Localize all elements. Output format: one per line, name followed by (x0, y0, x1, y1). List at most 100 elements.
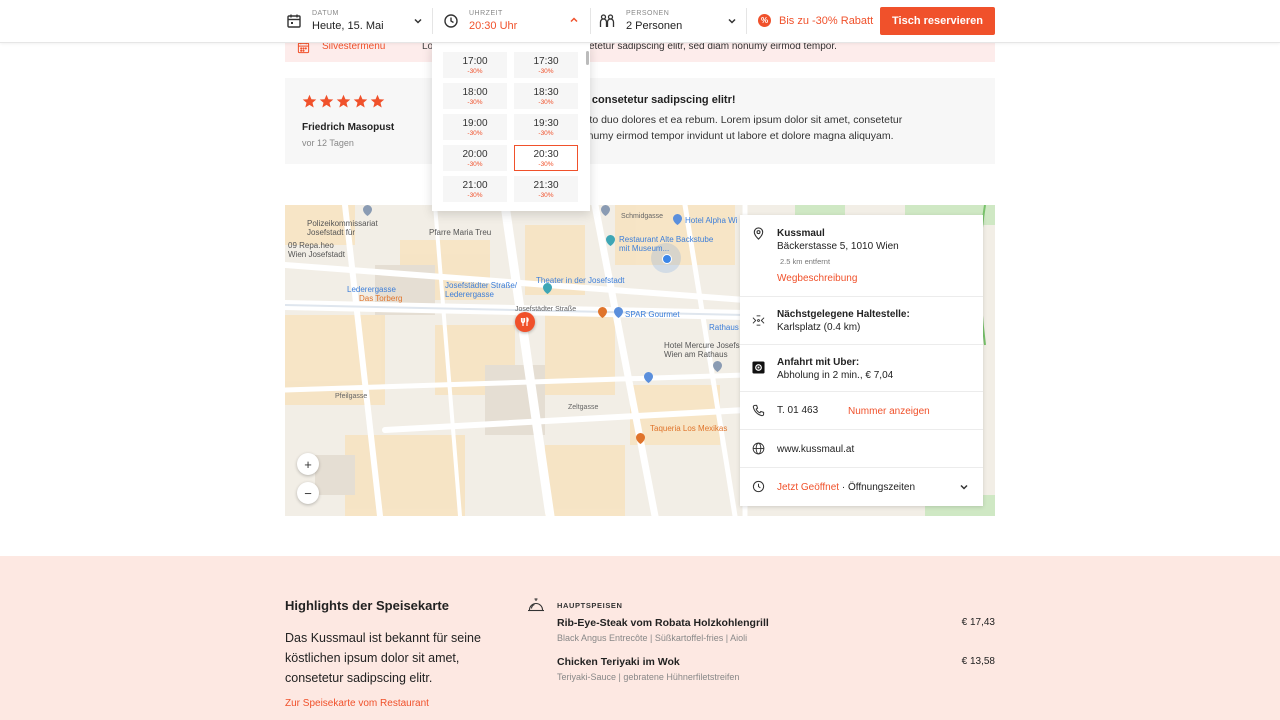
dish-description: Teriyaki-Sauce | gebratene Hühnerfiletst… (557, 672, 740, 682)
restaurant-pin-icon[interactable] (515, 312, 535, 332)
time-slot-time: 20:00 (462, 148, 488, 160)
menu-description: Das Kussmaul ist bekannt für seine köstl… (285, 631, 481, 685)
time-selector[interactable]: UHRZEIT 20:30 Uhr (433, 0, 590, 42)
directions-link[interactable]: Wegbeschreibung (777, 273, 857, 284)
transit-row: Nächstgelegene Haltestelle: Karlsplatz (… (740, 297, 983, 345)
star-icon (319, 94, 334, 108)
menu-section-title: Highlights der Speisekarte (285, 598, 449, 613)
star-icon (370, 94, 385, 108)
chevron-down-icon (960, 484, 968, 490)
discount-text: Bis zu -30% Rabatt (779, 15, 874, 27)
map-label: Hotel Alpha Wi (685, 216, 738, 225)
time-slot-discount: -30% (538, 67, 554, 75)
uber-title: Anfahrt mit Uber: (777, 357, 860, 368)
website-link[interactable]: www.kussmaul.at (777, 444, 854, 455)
time-slot[interactable]: 20:30 -30% (514, 145, 578, 171)
website-row: www.kussmaul.at (740, 430, 983, 468)
star-rating (302, 94, 385, 109)
poi-pin-icon (713, 361, 722, 372)
street-label: Pfeilgasse (335, 393, 368, 400)
street-label: Schmidgasse (621, 213, 664, 220)
time-slot[interactable]: 20:00 -30% (443, 145, 507, 171)
persons-icon (599, 14, 615, 27)
time-value: 20:30 Uhr (469, 20, 518, 32)
time-slot[interactable]: 18:30 -30% (514, 83, 578, 109)
discount-percent-icon: % (758, 14, 771, 27)
time-slot-time: 20:30 (533, 148, 559, 160)
phone-icon (752, 404, 765, 417)
date-value: Heute, 15. Mai (312, 20, 384, 32)
menu-dish: Chicken Teriyaki im Wok Teriyaki-Sauce | … (557, 656, 995, 686)
dish-name: Rib-Eye-Steak vom Robata Holzkohlengrill (557, 617, 769, 629)
time-slot-time: 18:00 (462, 86, 488, 98)
dish-description: Black Angus Entrecôte | Süßkartoffel-fri… (557, 633, 748, 643)
time-slot[interactable]: 21:00 -30% (443, 176, 507, 202)
current-location-dot (651, 243, 681, 273)
reservation-bar: DATUM Heute, 15. Mai UHRZEIT 20:30 Uhr P… (0, 0, 1280, 43)
calendar-icon (287, 14, 301, 28)
time-slot-time: 19:00 (462, 117, 488, 129)
review-title: et, consetetur sadipscing elitr! (576, 94, 736, 106)
dropdown-scrollbar[interactable] (586, 51, 589, 65)
chevron-down-icon (728, 18, 736, 24)
show-number-link[interactable]: Nummer anzeigen (848, 406, 930, 417)
dish-price: € 13,58 (961, 656, 995, 667)
map-label: Wien Josefstadt (288, 250, 345, 259)
poi-pin-icon (644, 372, 653, 383)
map-label: Das Torberg (359, 294, 403, 303)
reserve-table-button[interactable]: Tisch reservieren (880, 7, 995, 35)
time-slot[interactable]: 21:30 -30% (514, 176, 578, 202)
clock-icon (444, 14, 458, 28)
star-icon (302, 94, 317, 108)
poi-pin-icon (673, 214, 682, 225)
poi-pin-icon (598, 307, 607, 318)
map-label: Wien am Rathaus (664, 350, 728, 359)
time-slot-discount: -30% (538, 191, 554, 199)
star-icon (336, 94, 351, 108)
globe-icon (752, 442, 765, 455)
time-slot[interactable]: 17:00 -30% (443, 52, 507, 78)
time-slot-discount: -30% (538, 160, 554, 168)
poi-pin-icon (636, 433, 645, 444)
poi-pin-icon (606, 235, 615, 246)
time-slot-grid: 17:00 -30% 17:30 -30% 18:00 -30% 18:30 -30% 19:0… (443, 52, 578, 202)
map-label: Rathaus (709, 323, 739, 332)
transit-value: Karlsplatz (0.4 km) (777, 322, 861, 333)
persons-selector[interactable]: PERSONEN 2 Personen (591, 0, 746, 42)
time-slot-time: 19:30 (533, 117, 559, 129)
persons-value: 2 Personen (626, 20, 683, 32)
uber-row[interactable]: Anfahrt mit Uber: Abholung in 2 min., € … (740, 345, 983, 392)
star-icon (353, 94, 368, 108)
restaurant-address: Bäckerstasse 5, 1010 Wien (777, 241, 899, 252)
date-selector[interactable]: DATUM Heute, 15. Mai (285, 0, 430, 42)
map-label: Polizeikommissariat (307, 219, 378, 228)
clock-icon (752, 480, 765, 493)
date-label: DATUM (312, 10, 339, 17)
map-label: Hotel Mercure Josefshof (664, 341, 751, 350)
time-picker-dropdown: 17:00 -30% 17:30 -30% 18:00 -30% 18:30 -30% 19:0… (432, 43, 590, 211)
map-label: SPAR Gourmet (625, 310, 680, 319)
poi-pin-icon (543, 283, 552, 294)
menu-category: HAUPTSPEISEN (557, 601, 623, 610)
opening-hours-row[interactable]: Jetzt Geöffnet · Öffnungszeiten (740, 468, 983, 506)
time-slot-discount: -30% (467, 129, 483, 137)
time-label: UHRZEIT (469, 10, 503, 17)
time-slot[interactable]: 19:00 -30% (443, 114, 507, 140)
time-slot[interactable]: 19:30 -30% (514, 114, 578, 140)
time-slot[interactable]: 18:00 -30% (443, 83, 507, 109)
transit-title: Nächstgelegene Haltestelle: (777, 309, 910, 320)
zoom-out-button[interactable]: − (297, 482, 319, 504)
time-slot-time: 17:30 (533, 55, 559, 67)
time-slot-discount: -30% (467, 98, 483, 106)
map-label: 09 Repa.heo (288, 241, 334, 250)
full-menu-link[interactable]: Zur Speisekarte vom Restaurant (285, 698, 429, 709)
poi-pin-icon (614, 307, 623, 318)
time-slot-time: 17:00 (462, 55, 488, 67)
time-slot[interactable]: 17:30 -30% (514, 52, 578, 78)
dish-price: € 17,43 (961, 617, 995, 628)
menu-dish: Rib-Eye-Steak vom Robata Holzkohlengrill… (557, 617, 995, 647)
poi-pin-icon (601, 205, 610, 216)
zoom-in-button[interactable]: + (297, 453, 319, 475)
time-slot-discount: -30% (467, 191, 483, 199)
opening-hours-text: · Öffnungszeiten (839, 482, 916, 493)
